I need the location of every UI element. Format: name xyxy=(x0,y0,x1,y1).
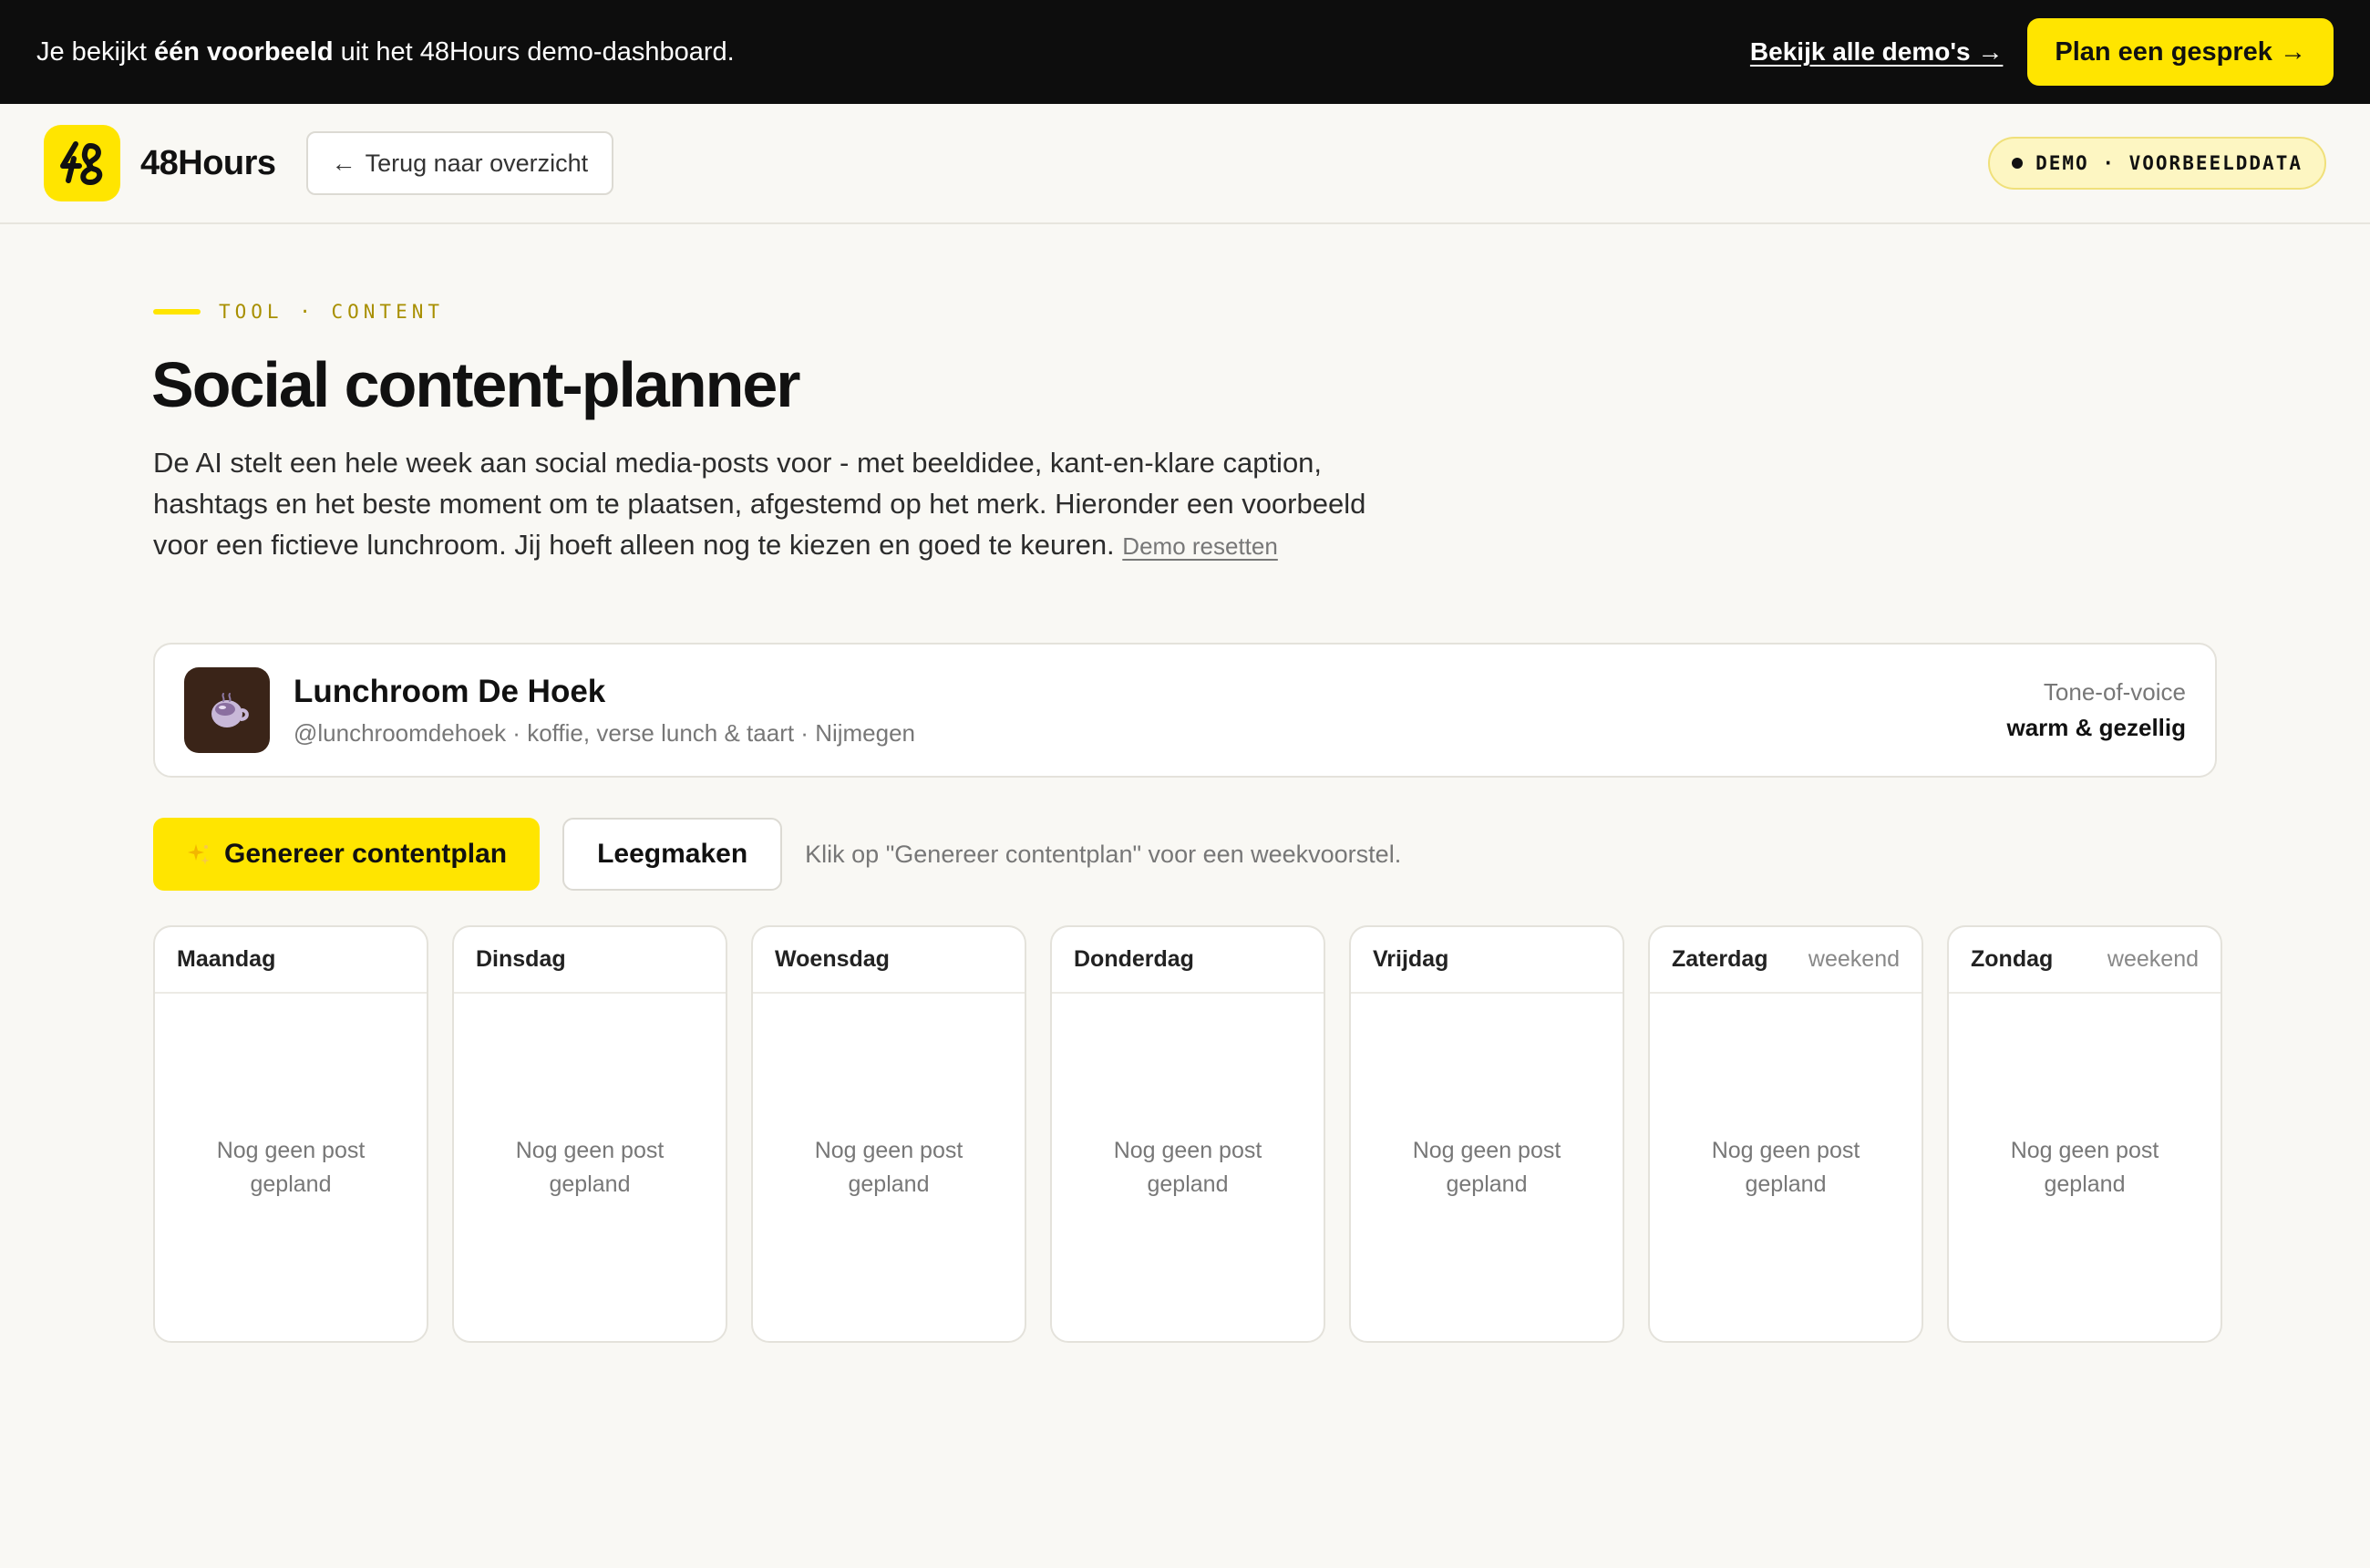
generate-plan-button[interactable]: Genereer contentplan xyxy=(153,818,541,891)
tone-of-voice: Tone-of-voice warm & gezellig xyxy=(2007,678,2187,742)
day-header: Maandag xyxy=(155,927,427,994)
empty-day-placeholder: Nog geen post gepland xyxy=(1113,1137,1262,1197)
page-description: De AI stelt een hele week aan social med… xyxy=(153,442,1375,567)
tone-label: Tone-of-voice xyxy=(2043,678,2186,706)
day-column-zaterdag[interactable]: Zaterdag weekend Nog geen post gepland xyxy=(1648,925,1923,1343)
header-left: 48Hours ← Terug naar overzicht xyxy=(44,125,614,201)
day-name: Maandag xyxy=(177,946,276,972)
eyebrow-bar xyxy=(153,309,201,315)
client-meta: @lunchroomdehoek · koffie, verse lunch &… xyxy=(294,718,916,747)
day-name: Vrijdag xyxy=(1373,946,1449,972)
clear-button[interactable]: Leegmaken xyxy=(562,818,783,891)
demo-badge: DEMO · VOORBEELDDATA xyxy=(1988,137,2326,190)
empty-day-placeholder: Nog geen post gepland xyxy=(1711,1137,1860,1197)
eyebrow: TOOL · CONTENT xyxy=(153,301,444,323)
reset-demo-link[interactable]: Demo resetten xyxy=(1122,532,1278,560)
tone-value: warm & gezellig xyxy=(2006,714,2187,741)
weekend-tag: weekend xyxy=(1808,946,1900,972)
day-name: Zaterdag xyxy=(1672,946,1768,972)
eyebrow-label: TOOL · CONTENT xyxy=(219,301,445,323)
brand-info: Lunchroom De Hoek @lunchroomdehoek · kof… xyxy=(294,674,915,748)
status-dot-icon xyxy=(2012,158,2024,169)
empty-day-placeholder: Nog geen post gepland xyxy=(2010,1137,2159,1197)
demo-badge-label: DEMO · VOORBEELDDATA xyxy=(2035,152,2303,174)
day-name: Donderdag xyxy=(1074,946,1194,972)
logo-icon[interactable] xyxy=(44,125,120,201)
day-header: Zaterdag weekend xyxy=(1650,927,1922,994)
empty-day-placeholder: Nog geen post gepland xyxy=(515,1137,665,1197)
day-header: Donderdag xyxy=(1052,927,1324,994)
empty-day-placeholder: Nog geen post gepland xyxy=(216,1137,366,1197)
week-planner: Maandag Nog geen post gepland Dinsdag No… xyxy=(153,925,2222,1343)
brand-card: Lunchroom De Hoek @lunchroomdehoek · kof… xyxy=(153,643,2217,778)
plan-call-button[interactable]: Plan een gesprek → xyxy=(2027,18,2334,86)
banner-text-suffix: uit het 48Hours demo-dashboard. xyxy=(333,36,735,67)
banner-text-prefix: Je bekijkt xyxy=(36,36,154,67)
back-button-label: Terug naar overzicht xyxy=(365,149,589,177)
empty-day-placeholder: Nog geen post gepland xyxy=(1412,1137,1561,1197)
arrow-left-icon: ← xyxy=(331,149,356,177)
day-header: Dinsdag xyxy=(454,927,726,994)
action-row: Genereer contentplan Leegmaken Klik op "… xyxy=(153,818,1401,891)
empty-day-placeholder: Nog geen post gepland xyxy=(814,1137,963,1197)
day-name: Dinsdag xyxy=(476,946,566,972)
day-header: Zondag weekend xyxy=(1949,927,2221,994)
banner-text-bold: één voorbeeld xyxy=(153,36,334,67)
day-name: Woensdag xyxy=(775,946,890,972)
banner-actions: Bekijk alle demo's → Plan een gesprek → xyxy=(1750,18,2334,86)
day-column-maandag[interactable]: Maandag Nog geen post gepland xyxy=(153,925,428,1343)
brand-avatar xyxy=(184,667,270,753)
logo-48-glyph xyxy=(60,141,103,185)
day-column-vrijdag[interactable]: Vrijdag Nog geen post gepland xyxy=(1349,925,1624,1343)
back-to-overview-button[interactable]: ← Terug naar overzicht xyxy=(305,131,614,195)
coffee-cup-icon xyxy=(211,693,249,727)
page-title: Social content-planner xyxy=(151,349,801,420)
app-header: 48Hours ← Terug naar overzicht DEMO · VO… xyxy=(0,104,2370,224)
all-demos-link[interactable]: Bekijk alle demo's → xyxy=(1750,37,2003,67)
day-column-donderdag[interactable]: Donderdag Nog geen post gepland xyxy=(1050,925,1325,1343)
client-name: Lunchroom De Hoek xyxy=(294,673,606,709)
generate-plan-label: Genereer contentplan xyxy=(224,839,508,869)
day-header: Vrijdag xyxy=(1351,927,1623,994)
day-column-dinsdag[interactable]: Dinsdag Nog geen post gepland xyxy=(452,925,727,1343)
day-name: Zondag xyxy=(1971,946,2054,972)
brand-name: 48Hours xyxy=(140,143,276,182)
day-column-woensdag[interactable]: Woensdag Nog geen post gepland xyxy=(751,925,1026,1343)
hint-text: Klik op "Genereer contentplan" voor een … xyxy=(805,840,1402,868)
day-header: Woensdag xyxy=(753,927,1025,994)
weekend-tag: weekend xyxy=(2107,946,2199,972)
sparkles-icon xyxy=(188,844,210,865)
banner-text: Je bekijkt één voorbeeld uit het 48Hours… xyxy=(36,37,735,67)
demo-banner: Je bekijkt één voorbeeld uit het 48Hours… xyxy=(0,0,2370,104)
day-column-zondag[interactable]: Zondag weekend Nog geen post gepland xyxy=(1947,925,2222,1343)
